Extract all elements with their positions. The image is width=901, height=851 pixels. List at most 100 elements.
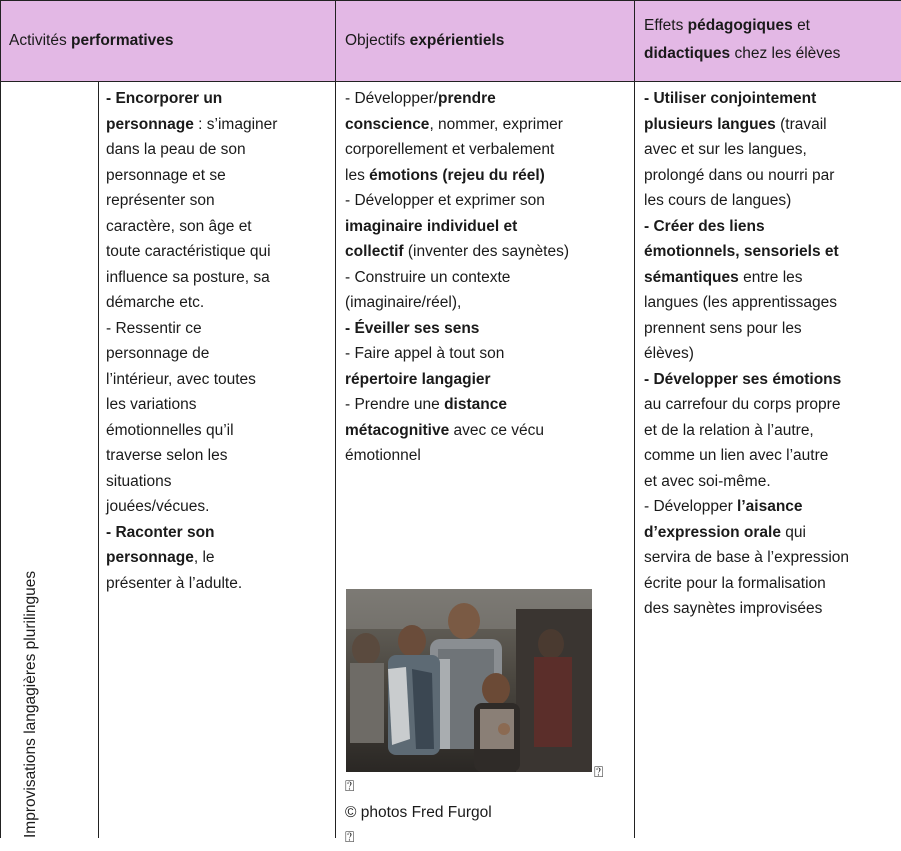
activities-line-text: dans la peau de son xyxy=(106,141,246,158)
effects-line-bold: - Développer ses émotions xyxy=(644,370,842,388)
activities-line-text: démarche etc. xyxy=(106,294,205,311)
blank-line: ⍰ xyxy=(345,778,355,795)
objectives-line-text: avec ce vécu xyxy=(449,421,545,439)
activities-line: - Encorporer un xyxy=(106,86,277,112)
effects-line: d’expression orale qui xyxy=(644,520,849,546)
activities-line: représenter son xyxy=(106,188,277,214)
activities-line-bold: personnage xyxy=(106,549,194,566)
activities-line-bold: - Encorporer un xyxy=(106,90,223,107)
students-photo xyxy=(346,589,592,772)
objectives-line: - Développer et exprimer son xyxy=(345,188,569,214)
objectives-line-bold: répertoire langagier xyxy=(345,370,491,388)
effects-line-text: comme un lien avec l’autre xyxy=(644,447,829,464)
effects-line: les cours de langues) xyxy=(644,188,849,214)
effects-line: - Utiliser conjointement xyxy=(644,86,849,112)
effects-line: prolongé dans ou nourri par xyxy=(644,163,849,189)
objectives-line-bold: prendre xyxy=(438,90,496,107)
activities-line: caractère, son âge et xyxy=(106,214,277,240)
activities-line-text: jouées/vécues. xyxy=(106,498,210,515)
activities-line-text: influence sa posture, sa xyxy=(106,268,270,286)
objectives-column: - Développer/prendre conscience, nommer, … xyxy=(345,86,569,469)
table-top-border xyxy=(0,0,901,1)
activities-line-text: personnage et se xyxy=(106,166,226,184)
objectives-line: collectif (inventer des saynètes) xyxy=(345,239,569,265)
activities-line: présenter à l’adulte. xyxy=(106,571,277,597)
effects-line-text: écrite pour la formalisation xyxy=(644,574,826,592)
objectives-line: métacognitive avec ce vécu xyxy=(345,418,569,444)
effects-line: prennent sens pour les xyxy=(644,316,849,342)
objectives-line-text: (inventer des saynètes) xyxy=(403,243,569,260)
activities-column: - Encorporer un personnage : s’imaginer da… xyxy=(106,86,277,596)
effects-line: émotionnels, sensoriels et xyxy=(644,239,849,265)
objectives-line: - Prendre une distance xyxy=(345,392,569,418)
objectives-line-text: (imaginaire/réel), xyxy=(345,294,462,311)
activities-line: traverse selon les xyxy=(106,443,277,469)
header-objectives: Objectifs expérientiels xyxy=(345,32,505,49)
objectives-line-bold: collectif xyxy=(345,243,404,260)
effects-line-text: des saynètes improvisées xyxy=(644,600,823,617)
table-left-border xyxy=(0,0,1,838)
objectives-line-text: - Construire un contexte xyxy=(345,268,511,286)
activities-line-text: , le xyxy=(193,549,215,566)
objectives-line-text: les xyxy=(345,166,370,184)
activities-line-text: l’intérieur, avec toutes xyxy=(106,370,256,388)
header-bottom-border xyxy=(0,81,901,82)
effects-line: - Développer l’aisance xyxy=(644,494,849,520)
effects-line-text: élèves) xyxy=(644,345,694,362)
photo-credit-block: ⍰ © photos Fred Furgol ⍰ xyxy=(345,774,492,851)
effects-line: des saynètes improvisées xyxy=(644,596,849,622)
effects-line: langues (les apprentissages xyxy=(644,290,849,316)
effects-line-bold: d’expression orale xyxy=(644,523,781,541)
activities-line: situations xyxy=(106,469,277,495)
effects-line-text: et de la relation à l’autre, xyxy=(644,421,814,439)
objectives-line-bold: conscience xyxy=(345,115,430,133)
activities-line: démarche etc. xyxy=(106,290,277,316)
objectives-line-bold: - Éveiller ses sens xyxy=(345,319,480,337)
objectives-line-bold: métacognitive xyxy=(345,421,450,439)
objectives-line-text: - Développer/ xyxy=(345,90,439,107)
objectives-line: conscience, nommer, exprimer xyxy=(345,112,569,138)
objectives-line-bold: imaginaire individuel et xyxy=(345,217,518,235)
activities-line: émotionnelles qu’il xyxy=(106,418,277,444)
objectives-line: - Construire un contexte xyxy=(345,265,569,291)
effects-line: sémantiques entre les xyxy=(644,265,849,291)
effects-line: plusieurs langues (travail xyxy=(644,112,849,138)
effects-line-bold: plusieurs langues xyxy=(644,115,776,133)
effects-line-text: et avec soi-même. xyxy=(644,472,771,490)
activities-line-text: les variations xyxy=(106,396,197,413)
effects-line-text: (travail xyxy=(775,115,827,133)
header-effects: Effets pédagogiques et didactiques chez … xyxy=(644,17,841,62)
effects-column: - Utiliser conjointement plusieurs langue… xyxy=(644,86,849,622)
effects-line-text: qui xyxy=(780,523,806,541)
objectives-line-bold: distance xyxy=(444,396,507,413)
effects-line-text: langues (les apprentissages xyxy=(644,294,838,311)
effects-line-text: prolongé dans ou nourri par xyxy=(644,166,835,184)
effects-line-text: prennent sens pour les xyxy=(644,319,802,337)
objectives-line-text: - Faire appel à tout son xyxy=(345,345,505,362)
activities-line: - Raconter son xyxy=(106,520,277,546)
activities-line: personnage, le xyxy=(106,545,277,571)
activities-line: dans la peau de son xyxy=(106,137,277,163)
objectives-line: émotionnel xyxy=(345,443,569,469)
effects-line: et avec soi-même. xyxy=(644,469,849,495)
activities-line: l’intérieur, avec toutes xyxy=(106,367,277,393)
effects-line: au carrefour du corps propre xyxy=(644,392,849,418)
effects-line-text: avec et sur les langues, xyxy=(644,141,807,158)
activities-line-text: toute caractéristique qui xyxy=(106,243,271,260)
activities-line-text: traverse selon les xyxy=(106,447,228,464)
objectives-line: les émotions (rejeu du réel) xyxy=(345,163,569,189)
objectives-line-text: - Développer et exprimer son xyxy=(345,192,545,209)
objectives-line-text: , nommer, exprimer xyxy=(429,115,563,133)
effects-line-text: servira de base à l’expression xyxy=(644,549,850,566)
activities-line-text: représenter son xyxy=(106,192,215,209)
effects-line: avec et sur les langues, xyxy=(644,137,849,163)
effects-line: - Créer des liens xyxy=(644,214,849,240)
effects-line: écrite pour la formalisation xyxy=(644,571,849,597)
photo-caption: ⍰ xyxy=(594,764,604,781)
students-photo-image xyxy=(346,589,592,772)
activities-line: personnage de xyxy=(106,341,277,367)
effects-line: comme un lien avec l’autre xyxy=(644,443,849,469)
objectives-line-text: corporellement et verbalement xyxy=(345,141,555,158)
activities-line-text: - Ressentir ce xyxy=(106,319,202,337)
activities-line: - Ressentir ce xyxy=(106,316,277,342)
